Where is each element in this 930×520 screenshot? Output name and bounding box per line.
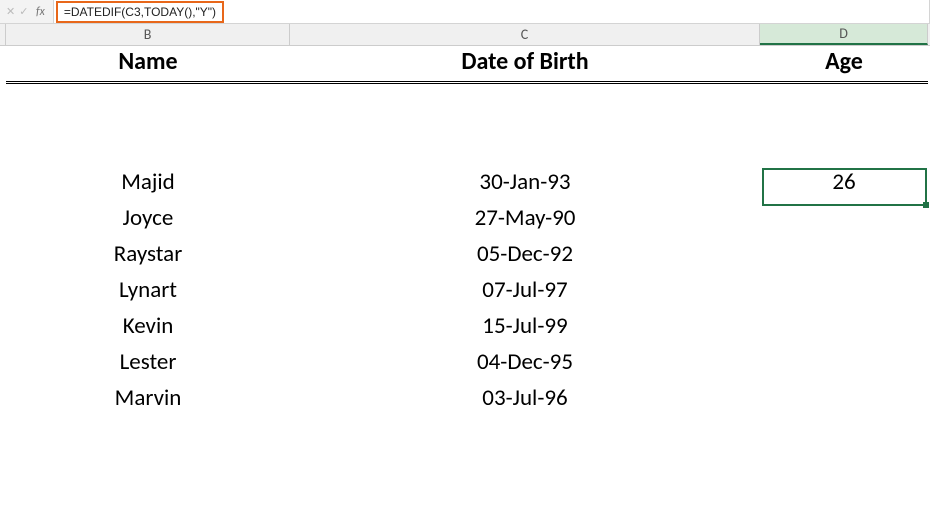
column-headers: B C D: [0, 24, 930, 46]
header-name[interactable]: Name: [6, 46, 290, 82]
table-body: Majid 30-Jan-93 26 Joyce 27-May-90 Rayst…: [6, 164, 928, 416]
cell-age[interactable]: [760, 200, 928, 236]
formula-input-wrap[interactable]: =DATEDIF(C3,TODAY(),"Y"): [54, 0, 930, 23]
column-header-C[interactable]: C: [290, 24, 760, 45]
cell-name[interactable]: Kevin: [6, 308, 290, 344]
cell-dob[interactable]: 30-Jan-93: [290, 164, 760, 200]
table-row: Raystar 05-Dec-92: [6, 236, 928, 272]
cell-dob[interactable]: 07-Jul-97: [290, 272, 760, 308]
spreadsheet-grid[interactable]: Name Date of Birth Age Majid 30-Jan-93 2…: [0, 46, 930, 416]
header-dob[interactable]: Date of Birth: [290, 46, 760, 82]
cell-dob[interactable]: 15-Jul-99: [290, 308, 760, 344]
cell-dob[interactable]: 05-Dec-92: [290, 236, 760, 272]
table-row: Joyce 27-May-90: [6, 200, 928, 236]
header-row: Name Date of Birth Age: [6, 46, 928, 82]
cell-age[interactable]: [760, 272, 928, 308]
formula-input[interactable]: =DATEDIF(C3,TODAY(),"Y"): [56, 1, 224, 23]
cell-name[interactable]: Lynart: [6, 272, 290, 308]
table-row: Kevin 15-Jul-99: [6, 308, 928, 344]
spacer-row: [6, 82, 928, 164]
cell-name[interactable]: Majid: [6, 164, 290, 200]
table-row: Lynart 07-Jul-97: [6, 272, 928, 308]
data-table: Name Date of Birth Age Majid 30-Jan-93 2…: [6, 46, 928, 416]
formula-controls: ✕ ✓: [0, 5, 32, 18]
cell-dob[interactable]: 03-Jul-96: [290, 380, 760, 416]
cell-dob[interactable]: 04-Dec-95: [290, 344, 760, 380]
table-row: Lester 04-Dec-95: [6, 344, 928, 380]
cell-dob[interactable]: 27-May-90: [290, 200, 760, 236]
fx-label[interactable]: fx: [32, 0, 54, 23]
header-age[interactable]: Age: [760, 46, 928, 82]
cell-name[interactable]: Lester: [6, 344, 290, 380]
cell-age[interactable]: 26: [760, 164, 928, 200]
cell-age[interactable]: [760, 380, 928, 416]
cell-age[interactable]: [760, 308, 928, 344]
table-row: Majid 30-Jan-93 26: [6, 164, 928, 200]
cell-name[interactable]: Raystar: [6, 236, 290, 272]
cell-age[interactable]: [760, 344, 928, 380]
cell-age[interactable]: [760, 236, 928, 272]
formula-bar: ✕ ✓ fx =DATEDIF(C3,TODAY(),"Y"): [0, 0, 930, 24]
cell-name[interactable]: Marvin: [6, 380, 290, 416]
table-row: Marvin 03-Jul-96: [6, 380, 928, 416]
cancel-icon[interactable]: ✕: [6, 5, 15, 18]
enter-icon[interactable]: ✓: [19, 5, 28, 18]
column-header-D[interactable]: D: [760, 24, 928, 45]
cell-name[interactable]: Joyce: [6, 200, 290, 236]
column-header-B[interactable]: B: [6, 24, 290, 45]
